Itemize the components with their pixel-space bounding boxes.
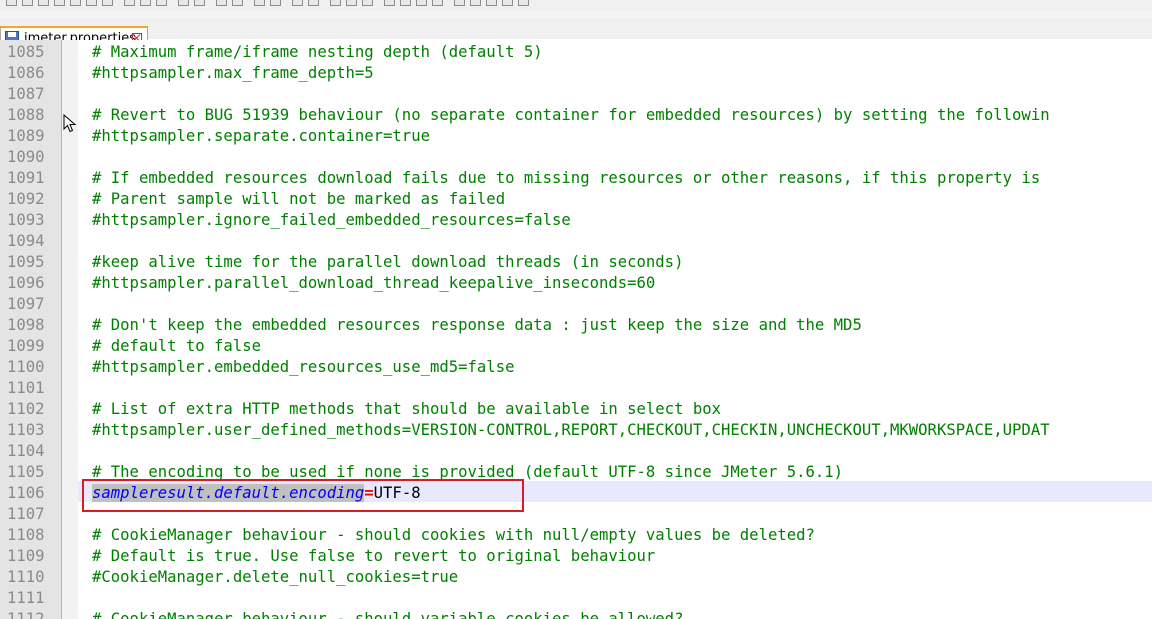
code-line[interactable]: # default to false (92, 336, 261, 357)
code-line[interactable]: #httpsampler.embedded_resources_use_md5=… (92, 357, 514, 378)
line-number: 1108 (7, 526, 45, 544)
annotation-highlight-box (82, 479, 524, 512)
indent-guide-icon[interactable] (362, 0, 375, 7)
code-line[interactable]: # If embedded resources download fails d… (92, 168, 1040, 189)
line-number: 1085 (7, 43, 45, 61)
code-line[interactable]: #httpsampler.user_defined_methods=VERSIO… (92, 420, 1050, 441)
save-icon[interactable] (38, 0, 51, 7)
code-line[interactable]: #keep alive time for the parallel downlo… (92, 252, 683, 273)
line-number: 1110 (7, 568, 45, 586)
line-number: 1104 (7, 442, 45, 460)
toolbar (0, 0, 1152, 10)
line-number: 1102 (7, 400, 45, 418)
line-number: 1100 (7, 358, 45, 376)
line-number: 1090 (7, 148, 45, 166)
copy-icon[interactable] (140, 0, 153, 7)
sync-scroll-h-icon[interactable] (308, 0, 321, 7)
line-number: 1096 (7, 274, 45, 292)
code-line[interactable]: #httpsampler.max_frame_depth=5 (92, 63, 374, 84)
line-number: 1111 (7, 589, 45, 607)
code-line[interactable]: #httpsampler.parallel_download_thread_ke… (92, 273, 655, 294)
close-file-icon[interactable] (70, 0, 83, 7)
word-wrap-icon[interactable] (330, 0, 343, 7)
tab-bar-background (0, 10, 1152, 18)
code-line[interactable]: # Don't keep the embedded resources resp… (92, 315, 862, 336)
code-line[interactable]: # CookieManager behaviour - should varia… (92, 609, 683, 619)
line-number: 1103 (7, 421, 45, 439)
code-line[interactable]: # Default is true. Use false to revert t… (92, 546, 655, 567)
run-macro-icon[interactable] (502, 0, 515, 7)
code-line[interactable]: #CookieManager.delete_null_cookies=true (92, 567, 458, 588)
line-number: 1101 (7, 379, 45, 397)
show-all-chars-icon[interactable] (346, 0, 359, 7)
line-number: 1099 (7, 337, 45, 355)
line-number: 1106 (7, 484, 45, 502)
play-macro-icon[interactable] (486, 0, 499, 7)
code-line[interactable]: #httpsampler.ignore_failed_embedded_reso… (92, 210, 571, 231)
line-number: 1105 (7, 463, 45, 481)
code-line[interactable]: # List of extra HTTP methods that should… (92, 399, 721, 420)
replace-icon[interactable] (232, 0, 245, 7)
line-number: 1098 (7, 316, 45, 334)
new-file-icon[interactable] (6, 0, 19, 7)
tab-bar: jmeter.properties (0, 10, 1152, 50)
undo-icon[interactable] (178, 0, 191, 7)
mouse-cursor-icon (63, 114, 77, 133)
save-macro-icon[interactable] (518, 0, 531, 7)
line-number: 1087 (7, 85, 45, 103)
folder-workspace-icon[interactable] (432, 0, 445, 7)
document-map-icon[interactable] (400, 0, 413, 7)
line-number: 1089 (7, 127, 45, 145)
line-number: 1112 (7, 610, 45, 619)
line-number: 1086 (7, 64, 45, 82)
line-number: 1094 (7, 232, 45, 250)
print-icon[interactable] (102, 0, 115, 7)
zoom-out-icon[interactable] (270, 0, 283, 7)
zoom-in-icon[interactable] (254, 0, 267, 7)
line-number: 1095 (7, 253, 45, 271)
code-editor[interactable]: 1085 # Maximum frame/iframe nesting dept… (0, 40, 1152, 619)
code-line[interactable]: # Maximum frame/iframe nesting depth (de… (92, 42, 543, 63)
code-line[interactable]: # CookieManager behaviour - should cooki… (92, 525, 815, 546)
paste-icon[interactable] (156, 0, 169, 7)
line-number: 1088 (7, 106, 45, 124)
redo-icon[interactable] (194, 0, 207, 7)
sync-scroll-v-icon[interactable] (292, 0, 305, 7)
open-file-icon[interactable] (22, 0, 35, 7)
record-macro-icon[interactable] (454, 0, 467, 7)
line-number: 1107 (7, 505, 45, 523)
line-number: 1109 (7, 547, 45, 565)
line-number: 1091 (7, 169, 45, 187)
code-line[interactable]: #httpsampler.separate.container=true (92, 126, 430, 147)
line-number: 1093 (7, 211, 45, 229)
user-language-icon[interactable] (384, 0, 397, 7)
function-list-icon[interactable] (416, 0, 429, 7)
line-number: 1097 (7, 295, 45, 313)
find-icon[interactable] (216, 0, 229, 7)
cut-icon[interactable] (124, 0, 137, 7)
stop-macro-icon[interactable] (470, 0, 483, 7)
line-number: 1092 (7, 190, 45, 208)
close-all-icon[interactable] (86, 0, 99, 7)
code-line[interactable]: # Revert to BUG 51939 behaviour (no sepa… (92, 105, 1050, 126)
code-line[interactable]: # Parent sample will not be marked as fa… (92, 189, 505, 210)
save-all-icon[interactable] (54, 0, 67, 7)
